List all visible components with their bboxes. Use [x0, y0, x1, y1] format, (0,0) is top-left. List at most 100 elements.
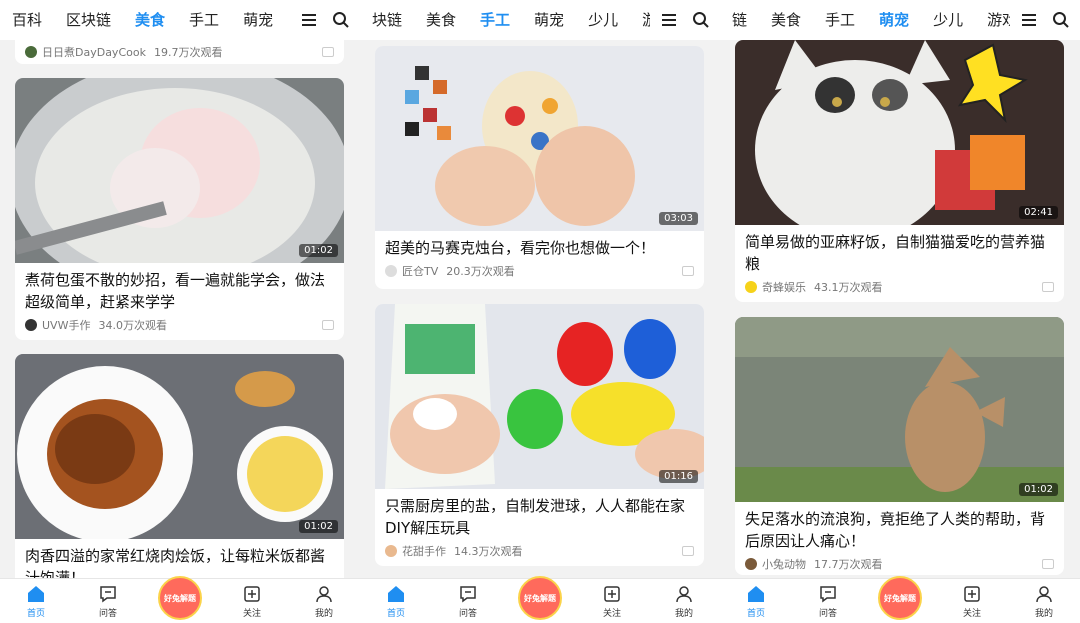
card-title[interactable]: 肉香四溢的家常红烧肉烩饭，让每粒米饭都酱汁饱满！: [15, 539, 344, 579]
tab-kids[interactable]: 少儿: [576, 0, 630, 40]
top-bar: 链 美食 手工 萌宠 少儿 游戏: [720, 0, 1080, 40]
nav-badge[interactable]: 好兔解题: [155, 576, 205, 620]
nav-follow[interactable]: 关注: [947, 584, 997, 619]
nav-label: 我的: [1034, 608, 1053, 619]
tab-games[interactable]: 游戏: [630, 0, 650, 40]
nav-mine[interactable]: 我的: [299, 584, 349, 619]
nav-label: 关注: [962, 608, 981, 619]
card-author[interactable]: 小兔动物: [762, 556, 806, 572]
menu-icon[interactable]: [300, 11, 318, 29]
tab-pets[interactable]: 萌宠: [522, 0, 576, 40]
tab-handcraft[interactable]: 手工: [468, 0, 522, 40]
nav-qa[interactable]: 问答: [443, 584, 493, 619]
video-thumbnail[interactable]: 02:41: [735, 40, 1064, 225]
nav-label: 问答: [98, 608, 117, 619]
card-author[interactable]: 奇蜂娱乐: [762, 279, 806, 295]
video-card[interactable]: 01:16 只需厨房里的盐，自制发泄球，人人都能在家DIY解压玩具 花甜手作 1…: [375, 304, 704, 566]
video-duration: 02:41: [1019, 206, 1058, 219]
more-icon[interactable]: [1042, 282, 1054, 292]
card-author: 日日煮DayDayCook: [42, 46, 146, 59]
list-item[interactable]: 日日煮DayDayCook 19.7万次观看: [15, 40, 344, 64]
menu-icon[interactable]: [660, 11, 678, 29]
video-feed: 03:03 超美的马赛克烛台，看完你也想做一个！ 匠仓TV 20.3万次观看 0…: [360, 40, 720, 579]
stress-ball-image: [375, 304, 704, 489]
nav-badge[interactable]: 好兔解题: [875, 576, 925, 620]
nav-badge[interactable]: 好兔解题: [515, 576, 565, 620]
nav-label: 问答: [458, 608, 477, 619]
tab-handcraft[interactable]: 手工: [177, 0, 231, 40]
follow-icon: [604, 585, 620, 602]
card-title[interactable]: 超美的马赛克烛台，看完你也想做一个！: [375, 231, 704, 259]
tab-blockchain[interactable]: 块链: [360, 0, 414, 40]
card-author[interactable]: UVW手作: [42, 317, 90, 333]
video-thumbnail[interactable]: 01:02: [15, 354, 344, 539]
nav-mine[interactable]: 我的: [659, 584, 709, 619]
tab-games[interactable]: 游戏: [975, 0, 1010, 40]
tab-blockchain[interactable]: 区块链: [54, 0, 123, 40]
mosaic-candle-holder-image: [375, 46, 704, 231]
tab-food[interactable]: 美食: [759, 0, 813, 40]
video-duration: 01:16: [659, 470, 698, 483]
badge-icon: 好兔解题: [878, 576, 922, 620]
search-icon[interactable]: [1052, 11, 1070, 29]
search-icon[interactable]: [692, 11, 710, 29]
video-thumbnail[interactable]: 03:03: [375, 46, 704, 231]
braised-pork-rice-image: [15, 354, 344, 539]
card-title[interactable]: 简单易做的亚麻籽饭，自制猫猫爱吃的营养猫粮: [735, 225, 1064, 275]
home-icon: [28, 585, 44, 602]
nav-qa[interactable]: 问答: [83, 584, 133, 619]
card-views: 17.7万次观看: [814, 558, 883, 571]
card-title[interactable]: 失足落水的流浪狗，竟拒绝了人类的帮助，背后原因让人痛心！: [735, 502, 1064, 552]
more-icon[interactable]: [682, 266, 694, 276]
video-card[interactable]: 01:02 煮荷包蛋不散的妙招，看一遍就能学会，做法超级简单，赶紧来学学 UVW…: [15, 78, 344, 340]
video-card[interactable]: 01:02 失足落水的流浪狗，竟拒绝了人类的帮助，背后原因让人痛心！ 小兔动物 …: [735, 317, 1064, 575]
tab-baike[interactable]: 百科: [0, 0, 54, 40]
tab-pets[interactable]: 萌宠: [231, 0, 285, 40]
card-title[interactable]: 煮荷包蛋不散的妙招，看一遍就能学会，做法超级简单，赶紧来学学: [15, 263, 344, 313]
nav-label: 首页: [26, 608, 45, 619]
avatar: [745, 281, 757, 293]
video-feed: 日日煮DayDayCook 19.7万次观看 01:02 煮荷包蛋不散的妙招，看…: [0, 40, 360, 579]
nav-follow[interactable]: 关注: [227, 584, 277, 619]
bottom-nav: 首页 问答 好兔解题 关注 我的: [0, 576, 360, 623]
nav-follow[interactable]: 关注: [587, 584, 637, 619]
card-views: 20.3万次观看: [446, 265, 515, 278]
video-duration: 01:02: [299, 244, 338, 257]
video-thumbnail[interactable]: 01:16: [375, 304, 704, 489]
bottom-nav: 首页 问答 好兔解题 关注 我的: [720, 576, 1080, 623]
video-card[interactable]: 01:02 肉香四溢的家常红烧肉烩饭，让每粒米饭都酱汁饱满！: [15, 354, 344, 579]
card-author[interactable]: 匠仓TV: [402, 263, 438, 279]
user-icon: [1036, 585, 1052, 602]
more-icon[interactable]: [1042, 559, 1054, 569]
card-author[interactable]: 花甜手作: [402, 543, 446, 559]
more-icon[interactable]: [682, 546, 694, 556]
video-thumbnail[interactable]: 01:02: [15, 78, 344, 263]
tab-pets[interactable]: 萌宠: [867, 0, 921, 40]
more-icon[interactable]: [322, 47, 334, 57]
video-duration: 01:02: [1019, 483, 1058, 496]
tab-blockchain[interactable]: 链: [720, 0, 759, 40]
video-feed: 02:41 简单易做的亚麻籽饭，自制猫猫爱吃的营养猫粮 奇蜂娱乐 43.1万次观…: [720, 40, 1080, 579]
nav-qa[interactable]: 问答: [803, 584, 853, 619]
nav-mine[interactable]: 我的: [1019, 584, 1069, 619]
nav-label: 关注: [242, 608, 261, 619]
tab-handcraft[interactable]: 手工: [813, 0, 867, 40]
video-card[interactable]: 02:41 简单易做的亚麻籽饭，自制猫猫爱吃的营养猫粮 奇蜂娱乐 43.1万次观…: [735, 40, 1064, 302]
nav-home[interactable]: 首页: [371, 584, 421, 619]
more-icon[interactable]: [322, 320, 334, 330]
nav-label: 首页: [746, 608, 765, 619]
video-card[interactable]: 03:03 超美的马赛克烛台，看完你也想做一个！ 匠仓TV 20.3万次观看: [375, 46, 704, 289]
tab-food[interactable]: 美食: [123, 0, 177, 40]
nav-home[interactable]: 首页: [731, 584, 781, 619]
card-views: 43.1万次观看: [814, 281, 883, 294]
tab-kids[interactable]: 少儿: [921, 0, 975, 40]
tab-food[interactable]: 美食: [414, 0, 468, 40]
menu-icon[interactable]: [1020, 11, 1038, 29]
search-icon[interactable]: [332, 11, 350, 29]
nav-home[interactable]: 首页: [11, 584, 61, 619]
card-title[interactable]: 只需厨房里的盐，自制发泄球，人人都能在家DIY解压玩具: [375, 489, 704, 539]
video-thumbnail[interactable]: 01:02: [735, 317, 1064, 502]
home-icon: [748, 585, 764, 602]
category-tabs: 块链 美食 手工 萌宠 少儿 游戏: [360, 0, 650, 40]
card-views: 14.3万次观看: [454, 545, 523, 558]
